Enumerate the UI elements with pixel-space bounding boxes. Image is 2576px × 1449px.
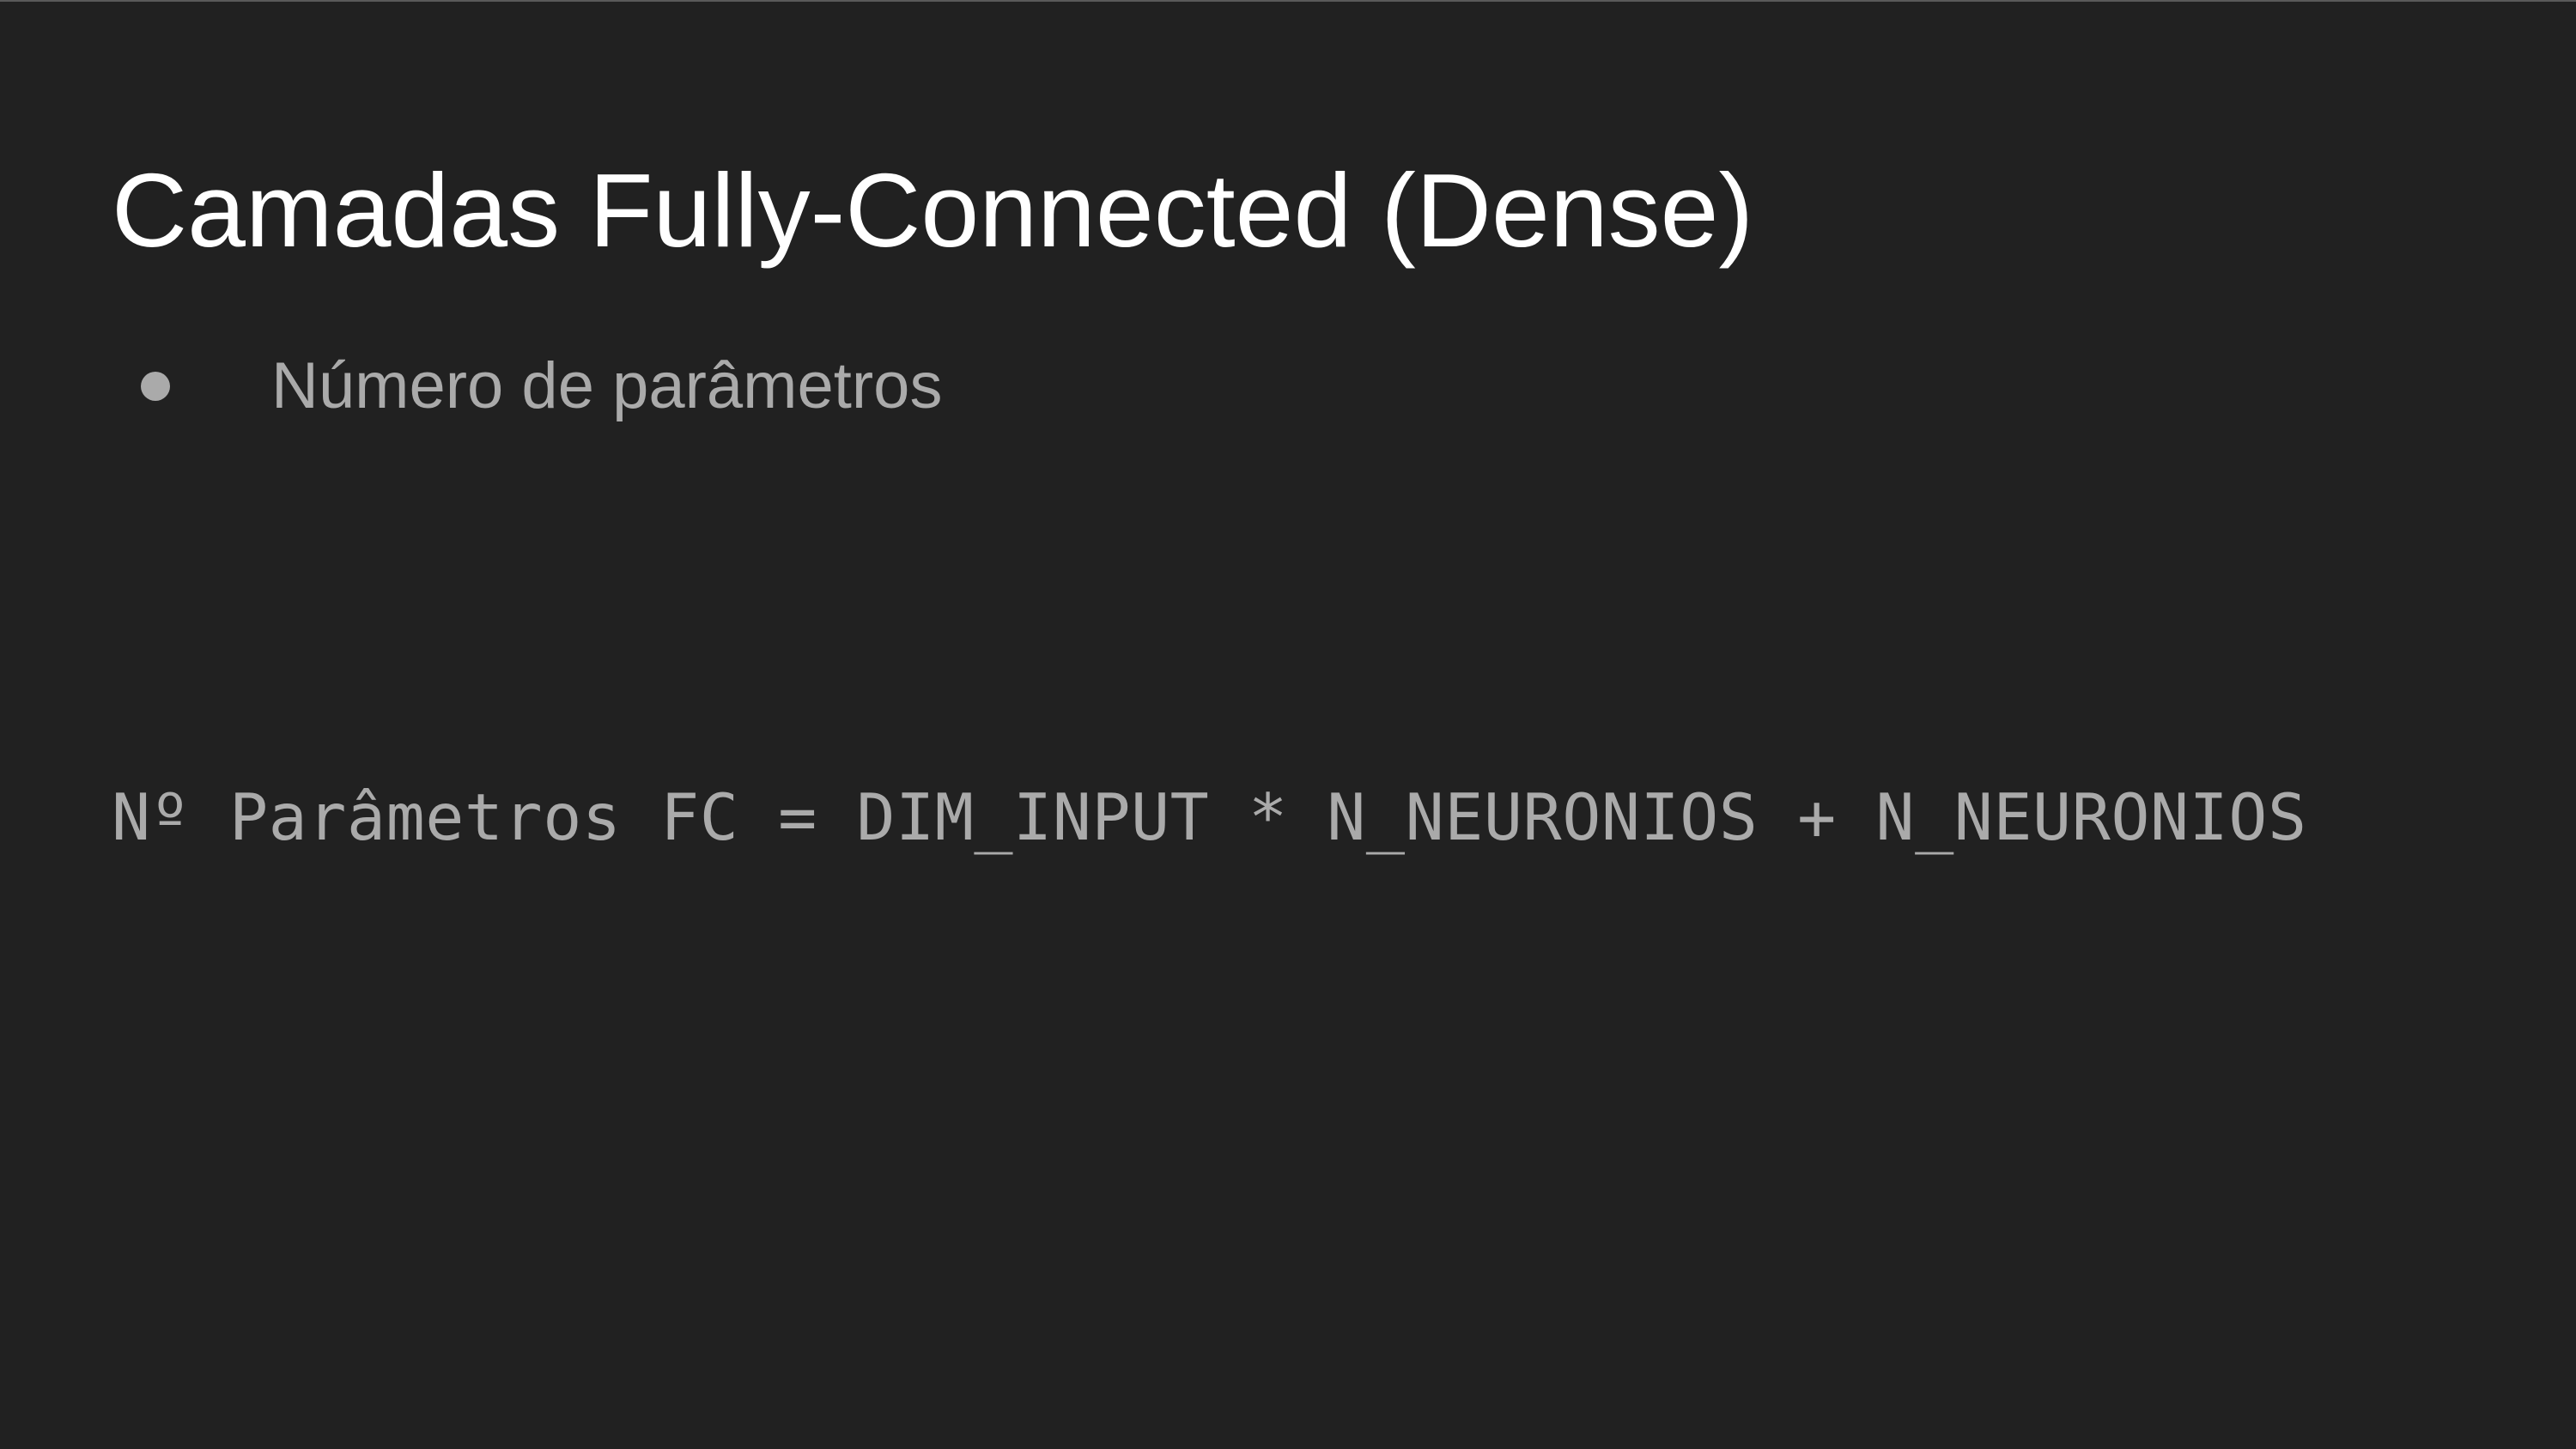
bullet-item: Número de parâmetros — [112, 347, 942, 425]
slide-title: Camadas Fully-Connected (Dense) — [112, 152, 1754, 269]
bullet-dot-icon — [141, 371, 170, 401]
bullet-list: Número de parâmetros — [112, 347, 942, 425]
bullet-text: Número de parâmetros — [271, 349, 943, 422]
parameter-formula: Nº Parâmetros FC = DIM_INPUT * N_NEURONI… — [112, 779, 2307, 855]
slide: Camadas Fully-Connected (Dense) Número d… — [0, 0, 2576, 1449]
